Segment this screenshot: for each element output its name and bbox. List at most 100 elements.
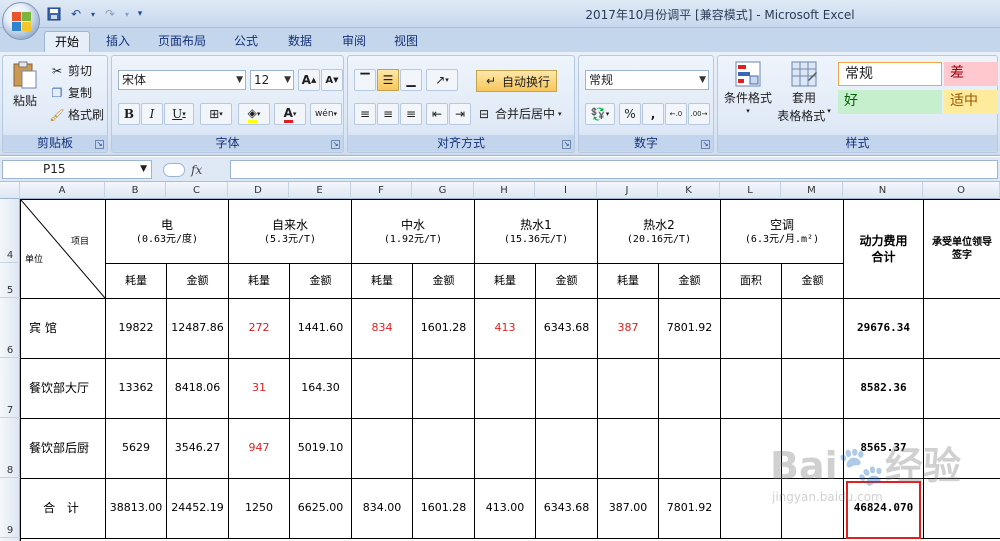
- table-cell[interactable]: 1601.28: [413, 299, 475, 359]
- corner-header-cell[interactable]: 项目 单位: [21, 200, 106, 299]
- column-header[interactable]: A: [20, 182, 105, 199]
- table-cell[interactable]: 413: [475, 299, 536, 359]
- phonetic-button[interactable]: wén ▾: [310, 103, 342, 125]
- table-cell[interactable]: [352, 359, 413, 419]
- tab-formulas[interactable]: 公式: [226, 31, 266, 52]
- tab-insert[interactable]: 插入: [96, 31, 140, 52]
- table-cell[interactable]: [475, 419, 536, 479]
- row-header[interactable]: 8: [0, 418, 20, 478]
- group-header-air-conditioning[interactable]: 空调 (6.3元/月.m²): [721, 200, 844, 264]
- column-header[interactable]: F: [351, 182, 412, 199]
- save-icon[interactable]: [44, 5, 64, 23]
- number-launcher-icon[interactable]: ↘: [701, 140, 710, 149]
- undo-icon[interactable]: ↶: [66, 5, 86, 23]
- table-cell[interactable]: [598, 359, 659, 419]
- sub-header-cell[interactable]: 耗量: [352, 264, 413, 299]
- currency-button[interactable]: 💱 ▾: [585, 103, 615, 125]
- table-cell[interactable]: 1441.60: [290, 299, 352, 359]
- conditional-format-button[interactable]: 条件格式 ▾: [722, 60, 774, 115]
- column-header[interactable]: C: [166, 182, 228, 199]
- font-launcher-icon[interactable]: ↘: [331, 140, 340, 149]
- align-right-button[interactable]: ≡: [400, 103, 422, 125]
- column-header[interactable]: E: [289, 182, 351, 199]
- group-header-electric[interactable]: 电 (0.63元/度): [106, 200, 229, 264]
- column-header[interactable]: G: [412, 182, 474, 199]
- table-cell[interactable]: 834: [352, 299, 413, 359]
- table-cell[interactable]: 387.00: [598, 479, 659, 539]
- column-header[interactable]: I: [535, 182, 597, 199]
- table-cell[interactable]: 947: [229, 419, 290, 479]
- copy-button[interactable]: ❐ 复制: [49, 84, 92, 101]
- decrease-decimal-button[interactable]: .00→: [688, 103, 710, 125]
- row-header[interactable]: 9: [0, 478, 20, 538]
- column-header[interactable]: H: [474, 182, 535, 199]
- row-header[interactable]: 5: [0, 263, 20, 298]
- customize-qat-icon[interactable]: ▾: [134, 5, 146, 23]
- table-cell[interactable]: 12487.86: [167, 299, 229, 359]
- style-bad[interactable]: 差: [944, 62, 998, 86]
- table-cell[interactable]: [659, 359, 721, 419]
- style-neutral[interactable]: 适中: [944, 90, 998, 114]
- paste-button[interactable]: 粘贴: [7, 60, 43, 109]
- group-header-hot-water-1[interactable]: 热水1 (15.36元/T): [475, 200, 598, 264]
- tab-page-layout[interactable]: 页面布局: [150, 31, 214, 52]
- table-cell[interactable]: [352, 419, 413, 479]
- increase-decimal-button[interactable]: ←.0: [665, 103, 687, 125]
- fill-color-button[interactable]: ◈ ▾: [238, 103, 270, 125]
- sub-header-cell[interactable]: 耗量: [475, 264, 536, 299]
- table-cell[interactable]: 13362: [106, 359, 167, 419]
- unit-name-cell[interactable]: 宾 馆: [21, 299, 106, 359]
- tab-view[interactable]: 视图: [386, 31, 426, 52]
- table-cell[interactable]: 31: [229, 359, 290, 419]
- column-header[interactable]: N: [843, 182, 923, 199]
- formula-input[interactable]: [230, 160, 998, 179]
- cut-button[interactable]: ✂ 剪切: [49, 62, 92, 79]
- table-cell[interactable]: 272: [229, 299, 290, 359]
- group-header-tap-water[interactable]: 自来水 (5.3元/T): [229, 200, 352, 264]
- align-top-button[interactable]: ▔: [354, 69, 376, 91]
- column-header[interactable]: O: [923, 182, 1000, 199]
- number-format-select[interactable]: 常规 ▼: [585, 70, 709, 90]
- table-cell[interactable]: 5629: [106, 419, 167, 479]
- merge-center-button[interactable]: ⊟ 合并后居中 ▾: [476, 105, 562, 122]
- table-cell[interactable]: 1601.28: [413, 479, 475, 539]
- table-cell[interactable]: 6343.68: [536, 479, 598, 539]
- table-cell[interactable]: 3546.27: [167, 419, 229, 479]
- select-all-corner[interactable]: [0, 182, 20, 199]
- style-good[interactable]: 好: [838, 90, 942, 114]
- sub-header-cell[interactable]: 金额: [536, 264, 598, 299]
- unit-name-cell[interactable]: 合 计: [21, 479, 106, 539]
- sub-header-cell[interactable]: 耗量: [598, 264, 659, 299]
- signature-cell[interactable]: [924, 299, 1000, 359]
- worksheet-grid[interactable]: A B C D E F G H I J K L M N O 4 5 6 7 8 …: [0, 182, 1000, 541]
- table-cell[interactable]: 8418.06: [167, 359, 229, 419]
- table-cell[interactable]: [475, 359, 536, 419]
- sub-header-cell[interactable]: 金额: [659, 264, 721, 299]
- table-cell[interactable]: [659, 419, 721, 479]
- column-header[interactable]: J: [597, 182, 658, 199]
- percent-button[interactable]: %: [619, 103, 641, 125]
- row-total-cell[interactable]: 8582.36: [844, 359, 924, 419]
- italic-button[interactable]: I: [141, 103, 163, 125]
- column-header[interactable]: M: [781, 182, 843, 199]
- table-format-button[interactable]: 套用 表格格式 ▾: [774, 60, 834, 124]
- format-painter-button[interactable]: 🖌 格式刷: [49, 106, 104, 123]
- table-cell[interactable]: 19822: [106, 299, 167, 359]
- align-center-button[interactable]: ≡: [377, 103, 399, 125]
- table-cell[interactable]: [782, 359, 844, 419]
- table-cell[interactable]: [782, 299, 844, 359]
- comma-button[interactable]: ,: [642, 103, 664, 125]
- office-button[interactable]: [2, 2, 40, 40]
- align-bottom-button[interactable]: ▁: [400, 69, 422, 91]
- table-cell[interactable]: [413, 419, 475, 479]
- column-header[interactable]: D: [228, 182, 289, 199]
- font-name-select[interactable]: 宋体 ▼: [118, 70, 246, 90]
- align-middle-button[interactable]: ☰: [377, 69, 399, 91]
- undo-dropdown-icon[interactable]: ▾: [88, 5, 98, 23]
- formula-mode-icon[interactable]: [163, 162, 185, 177]
- total-header-cell[interactable]: 动力费用合计: [844, 200, 924, 299]
- sub-header-cell[interactable]: 金额: [167, 264, 229, 299]
- sub-header-cell[interactable]: 面积: [721, 264, 782, 299]
- table-cell[interactable]: 1250: [229, 479, 290, 539]
- tab-review[interactable]: 审阅: [334, 31, 374, 52]
